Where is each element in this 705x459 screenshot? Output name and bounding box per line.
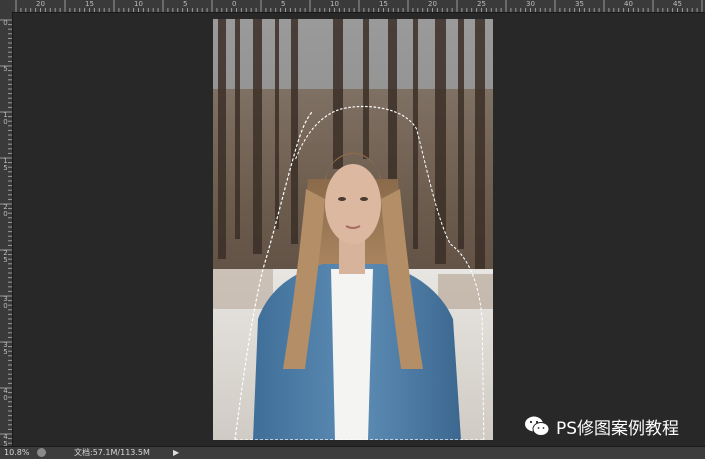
- ruler-top-label: 20: [428, 0, 437, 8]
- ruler-top-label: 30: [526, 0, 535, 8]
- ruler-left-label: 0: [3, 19, 8, 27]
- ruler-top-label: 15: [85, 0, 94, 8]
- ruler-left-label: 2 5: [3, 249, 8, 264]
- watermark-text: PS修图案例教程: [556, 418, 680, 439]
- ruler-top-label: 25: [477, 0, 486, 8]
- ruler-top-label: 10: [134, 0, 143, 8]
- ruler-left-label: 2 0: [3, 203, 8, 218]
- wechat-icon: [525, 416, 550, 436]
- document-canvas[interactable]: [213, 19, 493, 440]
- ruler-top-label: 15: [379, 0, 388, 8]
- status-info-icon[interactable]: [37, 448, 46, 457]
- status-menu-arrow-icon[interactable]: ▶: [173, 448, 179, 458]
- ruler-top[interactable]: 201510505101520253035404550: [0, 0, 705, 13]
- ruler-top-label: 5: [281, 0, 286, 8]
- ruler-left-label: 5: [3, 65, 8, 73]
- ruler-top-label: 20: [36, 0, 45, 8]
- ruler-left-label: 4 5: [3, 433, 8, 447]
- ruler-top-label: 10: [330, 0, 339, 8]
- ruler-top-label: 45: [673, 0, 682, 8]
- watermark: PS修图案例教程: [524, 413, 679, 439]
- ruler-top-label: 5: [183, 0, 188, 8]
- ruler-left[interactable]: 0 5 1 0 1 5 2 0 2 5 3 0 3 5 4 0 4 5: [0, 12, 13, 446]
- ruler-top-label: 35: [575, 0, 584, 8]
- ruler-top-ticks: [15, 0, 703, 12]
- document-size-info: 文档:57.1M/113.5M: [74, 448, 150, 457]
- zoom-level-field[interactable]: 10.8%: [4, 448, 32, 458]
- ruler-left-label: 3 0: [3, 295, 8, 310]
- ruler-left-label: 3 5: [3, 341, 8, 356]
- ruler-left-ticks: [0, 19, 12, 444]
- ruler-top-label: 40: [624, 0, 633, 8]
- status-bar: 10.8% 文档:57.1M/113.5M ▶: [0, 446, 705, 459]
- ruler-top-label: 0: [232, 0, 237, 8]
- ruler-left-label: 4 0: [3, 387, 8, 402]
- photo-woman-in-forest: [213, 19, 493, 440]
- ruler-left-label: 1 0: [3, 111, 8, 126]
- ruler-left-label: 1 5: [3, 157, 8, 172]
